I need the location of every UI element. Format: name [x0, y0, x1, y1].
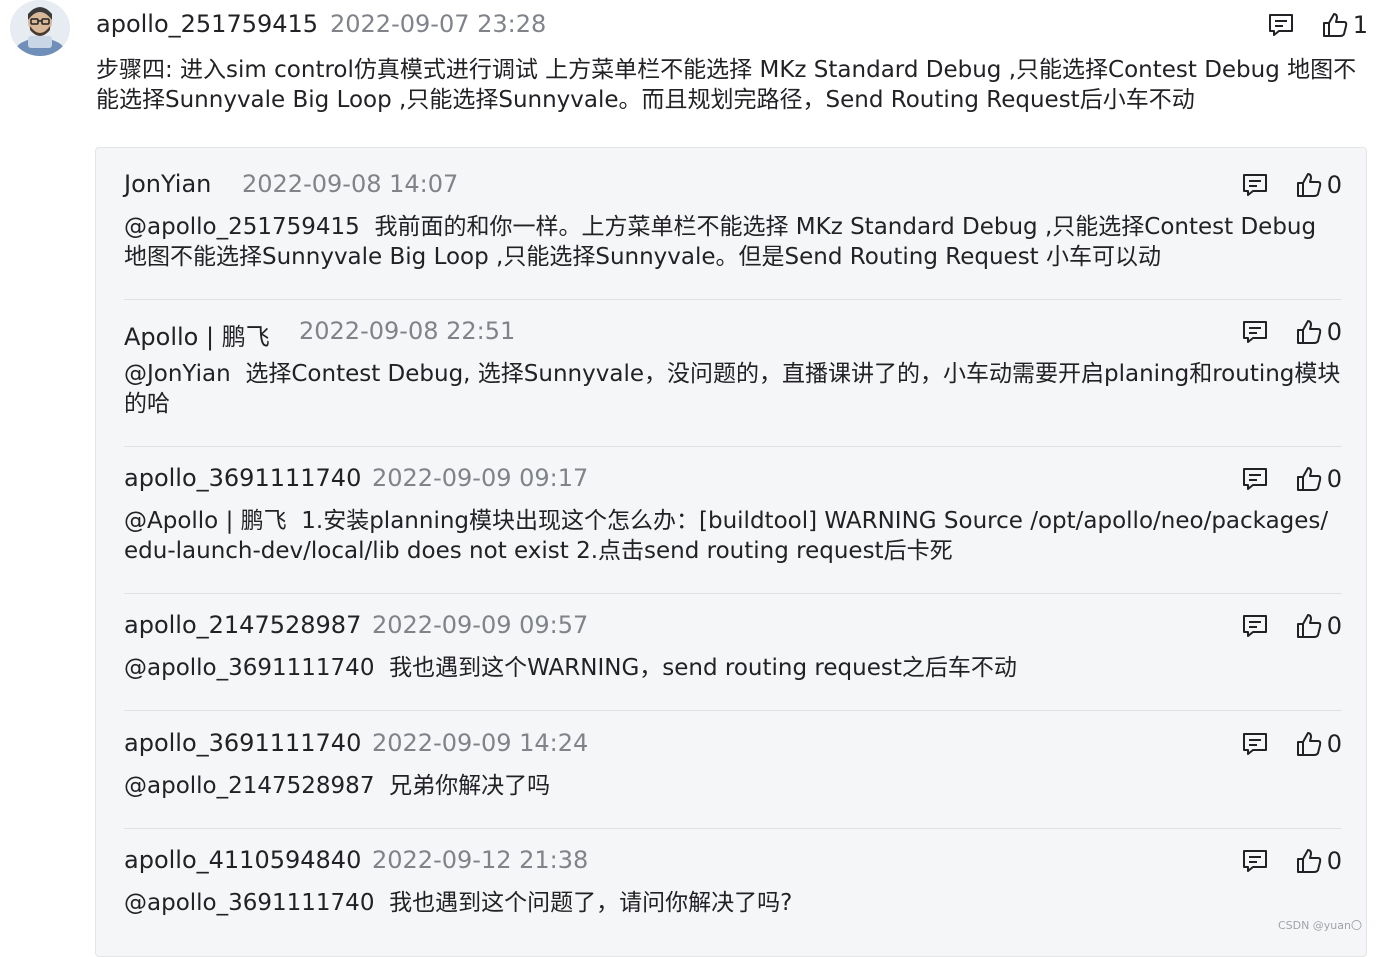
reply-actions: 0	[1241, 168, 1342, 202]
reply-time: 2022-09-08 22:51	[299, 317, 516, 345]
reply-item: apollo_2147528987 2022-09-09 09:57 0 @ap…	[124, 609, 1342, 711]
like-count: 0	[1326, 612, 1342, 640]
reply-username[interactable]: apollo_3691111740	[124, 729, 361, 757]
reply-item: JonYian 2022-09-08 14:07 0 @apollo_25175…	[124, 168, 1342, 300]
comment-icon[interactable]	[1241, 319, 1269, 345]
thumbs-up-icon	[1296, 614, 1321, 638]
like-button[interactable]: 0	[1295, 318, 1342, 346]
reply-username[interactable]: apollo_3691111740	[124, 464, 361, 492]
like-button[interactable]: 0	[1295, 465, 1342, 493]
comment-username[interactable]: apollo_251759415	[96, 10, 318, 38]
reply-actions: 0	[1241, 462, 1342, 496]
reply-content: @apollo_251759415 我前面的和你一样。上方菜单栏不能选择 MKz…	[124, 212, 1342, 272]
like-button[interactable]: 0	[1295, 730, 1342, 758]
reply-item: Apollo | 鹏飞 2022-09-08 22:51 0 @JonYian …	[124, 315, 1342, 447]
like-button[interactable]: 0	[1295, 612, 1342, 640]
reply-item: apollo_3691111740 2022-09-09 09:17 0 @Ap…	[124, 462, 1342, 594]
comment-icon[interactable]	[1241, 613, 1269, 639]
watermark: CSDN @yuan〇	[1277, 919, 1362, 932]
reply-content: @JonYian 选择Contest Debug, 选择Sunnyvale，没问…	[124, 359, 1342, 419]
reply-username[interactable]: JonYian	[124, 170, 211, 198]
reply-mention[interactable]: @apollo_251759415	[124, 214, 360, 240]
like-button[interactable]: 0	[1295, 847, 1342, 875]
comment-time: 2022-09-07 23:28	[330, 10, 547, 38]
like-count: 0	[1326, 465, 1342, 493]
thumbs-up-icon	[1296, 173, 1321, 197]
avatar-image	[10, 0, 70, 56]
reply-mention[interactable]: @apollo_2147528987	[124, 773, 374, 799]
reply-text: 兄弟你解决了吗	[389, 773, 551, 799]
comment-actions: 1	[1267, 8, 1368, 42]
reply-mention[interactable]: @Apollo | 鹏飞	[124, 508, 287, 534]
top-comment-header: apollo_251759415 2022-09-07 23:28 1	[96, 8, 1368, 42]
like-count: 0	[1326, 847, 1342, 875]
comment-icon[interactable]	[1241, 731, 1269, 757]
reply-content: @apollo_3691111740 我也遇到这个WARNING，send ro…	[124, 653, 1342, 683]
reply-actions: 0	[1241, 844, 1342, 878]
like-count: 0	[1326, 318, 1342, 346]
thumbs-up-icon	[1322, 13, 1347, 37]
reply-item: apollo_4110594840 2022-09-12 21:38 0 @ap…	[124, 844, 1342, 945]
reply-text: 我也遇到这个WARNING，send routing request之后车不动	[389, 655, 1017, 681]
avatar[interactable]	[10, 0, 70, 56]
reply-text: 我也遇到这个问题了，请问你解决了吗?	[389, 890, 793, 916]
reply-time: 2022-09-09 09:57	[372, 611, 589, 639]
thumbs-up-icon	[1296, 467, 1321, 491]
reply-text: 选择Contest Debug, 选择Sunnyvale，没问题的，直播课讲了的…	[124, 361, 1341, 417]
reply-mention[interactable]: @JonYian	[124, 361, 231, 387]
comment-icon[interactable]	[1241, 848, 1269, 874]
thumbs-up-icon	[1296, 849, 1321, 873]
comment-icon[interactable]	[1267, 12, 1295, 38]
reply-content: @apollo_3691111740 我也遇到这个问题了，请问你解决了吗?	[124, 888, 1342, 918]
reply-actions: 0	[1241, 609, 1342, 643]
like-count: 0	[1326, 171, 1342, 199]
comment-icon[interactable]	[1241, 466, 1269, 492]
reply-time: 2022-09-09 14:24	[372, 729, 589, 757]
reply-item: apollo_3691111740 2022-09-09 14:24 0 @ap…	[124, 727, 1342, 829]
reply-content: @apollo_2147528987 兄弟你解决了吗	[124, 771, 1342, 801]
like-button[interactable]: 0	[1295, 171, 1342, 199]
reply-time: 2022-09-12 21:38	[372, 846, 589, 874]
comment-content: 步骤四: 进入sim control仿真模式进行调试 上方菜单栏不能选择 MKz…	[96, 57, 1357, 113]
reply-time: 2022-09-09 09:17	[372, 464, 589, 492]
reply-username[interactable]: apollo_2147528987	[124, 611, 361, 639]
reply-actions: 0	[1241, 727, 1342, 761]
reply-username[interactable]: Apollo | 鹏飞	[124, 317, 270, 352]
reply-mention[interactable]: @apollo_3691111740	[124, 655, 374, 681]
like-button[interactable]: 1	[1321, 11, 1368, 39]
reply-mention[interactable]: @apollo_3691111740	[124, 890, 374, 916]
reply-content: @Apollo | 鹏飞 1.安装planning模块出现这个怎么办：[buil…	[124, 506, 1342, 566]
reply-username[interactable]: apollo_4110594840	[124, 846, 361, 874]
reply-time: 2022-09-08 14:07	[242, 170, 459, 198]
reply-text: 1.安装planning模块出现这个怎么办：[buildtool] WARNIN…	[124, 508, 1329, 564]
thumbs-up-icon	[1296, 732, 1321, 756]
comment-icon[interactable]	[1241, 172, 1269, 198]
like-count: 1	[1352, 11, 1368, 39]
reply-list: JonYian 2022-09-08 14:07 0 @apollo_25175…	[95, 147, 1367, 957]
reply-actions: 0	[1241, 315, 1342, 349]
like-count: 0	[1326, 730, 1342, 758]
thumbs-up-icon	[1296, 320, 1321, 344]
